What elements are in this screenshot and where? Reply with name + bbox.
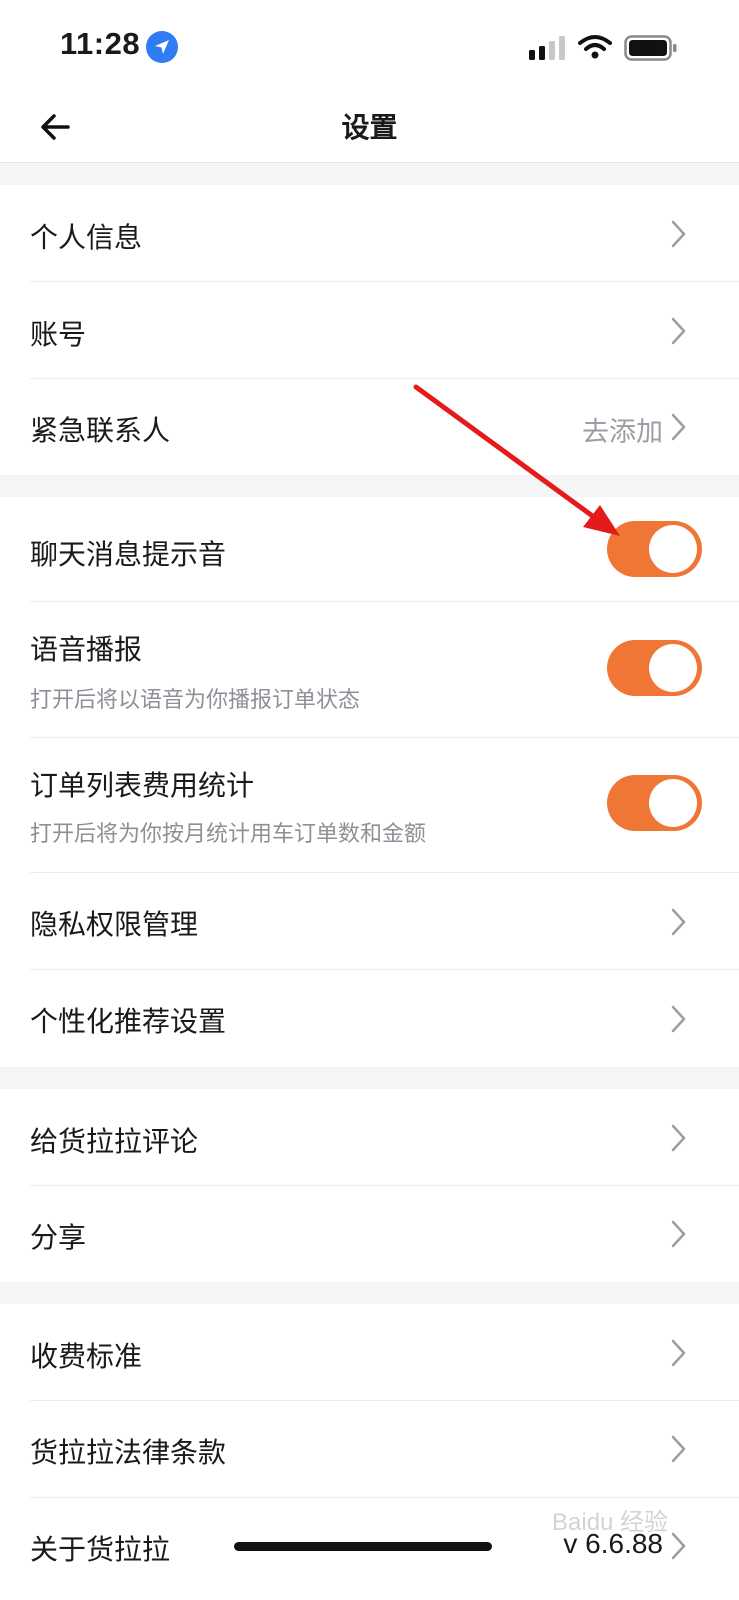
toggle-knob bbox=[649, 644, 697, 692]
legal-row[interactable]: 货拉拉法律条款 bbox=[0, 1401, 739, 1498]
chevron-right-icon bbox=[671, 1435, 686, 1463]
toggle-knob bbox=[649, 525, 697, 573]
chevron-right-icon bbox=[671, 317, 686, 345]
preferences-section: 聊天消息提示音 语音播报 打开后将以语音为你播报订单状态 订单列表费用统计 打开… bbox=[0, 497, 739, 1067]
row-label: 聊天消息提示音 bbox=[30, 538, 227, 571]
feedback-section: 给货拉拉评论 分享 bbox=[0, 1089, 739, 1282]
row-label: 分享 bbox=[30, 1221, 87, 1254]
row-label: 关于货拉拉 bbox=[30, 1533, 171, 1566]
about-section: 收费标准 货拉拉法律条款 关于货拉拉 v 6.6.88 bbox=[0, 1304, 739, 1600]
row-label: 紧急联系人 bbox=[30, 414, 171, 447]
row-label: 货拉拉法律条款 bbox=[30, 1436, 227, 1469]
chevron-right-icon bbox=[671, 1220, 686, 1248]
chevron-right-icon bbox=[671, 220, 686, 248]
row-description: 打开后将以语音为你播报订单状态 bbox=[30, 688, 361, 713]
order-stats-row: 订单列表费用统计 打开后将为你按月统计用车订单数和金额 bbox=[0, 738, 739, 872]
emergency-contact-row[interactable]: 紧急联系人 去添加 bbox=[0, 379, 739, 475]
chat-sound-row: 聊天消息提示音 bbox=[0, 497, 739, 601]
order-stats-toggle[interactable] bbox=[607, 775, 702, 831]
add-contact-value: 去添加 bbox=[582, 417, 663, 448]
toggle-knob bbox=[649, 779, 697, 827]
row-label: 订单列表费用统计 bbox=[30, 769, 255, 802]
status-time: 11:28 bbox=[60, 26, 141, 61]
share-row[interactable]: 分享 bbox=[0, 1186, 739, 1282]
row-label: 隐私权限管理 bbox=[30, 908, 199, 941]
account-section: 个人信息 账号 紧急联系人 去添加 bbox=[0, 185, 739, 475]
row-label: 个性化推荐设置 bbox=[30, 1005, 227, 1038]
personalized-row[interactable]: 个性化推荐设置 bbox=[0, 970, 739, 1067]
row-label: 语音播报 bbox=[30, 633, 143, 666]
cellular-signal-icon bbox=[529, 36, 565, 60]
watermark: Baidu 经验 bbox=[552, 1509, 669, 1536]
home-indicator bbox=[234, 1542, 492, 1551]
fees-row[interactable]: 收费标准 bbox=[0, 1304, 739, 1401]
chevron-right-icon bbox=[671, 908, 686, 936]
row-label: 个人信息 bbox=[30, 221, 143, 254]
row-label: 给货拉拉评论 bbox=[30, 1125, 199, 1158]
row-description: 打开后将为你按月统计用车订单数和金额 bbox=[30, 822, 427, 847]
status-bar: 11:28 bbox=[0, 0, 739, 92]
page-title: 设置 bbox=[341, 111, 398, 144]
location-arrow-icon bbox=[146, 31, 178, 63]
wifi-icon bbox=[578, 35, 612, 59]
chat-sound-toggle[interactable] bbox=[607, 521, 702, 577]
nav-bar: 设置 bbox=[0, 92, 739, 163]
privacy-row[interactable]: 隐私权限管理 bbox=[0, 873, 739, 970]
row-label: 收费标准 bbox=[30, 1340, 143, 1373]
personal-info-row[interactable]: 个人信息 bbox=[0, 185, 739, 282]
chevron-right-icon bbox=[671, 1339, 686, 1367]
voice-broadcast-row: 语音播报 打开后将以语音为你播报订单状态 bbox=[0, 602, 739, 736]
row-label: 账号 bbox=[30, 318, 87, 351]
review-row[interactable]: 给货拉拉评论 bbox=[0, 1089, 739, 1186]
chevron-right-icon bbox=[671, 1005, 686, 1033]
voice-broadcast-toggle[interactable] bbox=[607, 640, 702, 696]
battery-icon bbox=[624, 35, 677, 61]
chevron-right-icon bbox=[671, 413, 686, 441]
account-row[interactable]: 账号 bbox=[0, 282, 739, 379]
chevron-right-icon bbox=[671, 1124, 686, 1152]
chevron-right-icon bbox=[671, 1532, 686, 1560]
